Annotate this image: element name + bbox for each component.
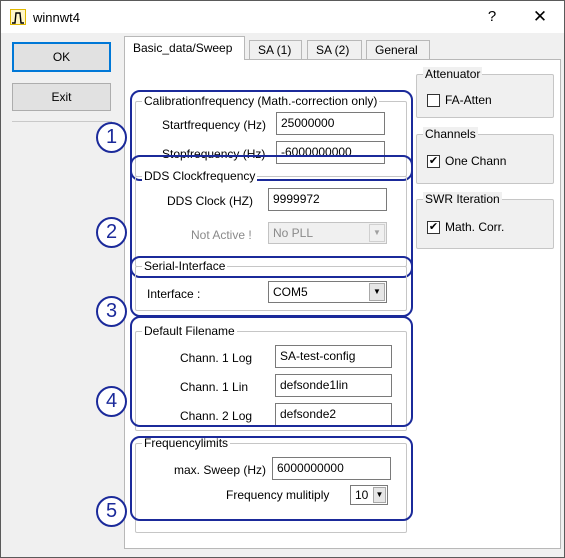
channels-group: Channels ✔ One Chann (416, 127, 554, 184)
channels-group-title: Channels (423, 127, 478, 141)
swr-iteration-group-title: SWR Iteration (423, 192, 502, 206)
math-corr-checkbox[interactable]: ✔ (427, 221, 440, 234)
math-corr-label: Math. Corr. (445, 220, 505, 234)
app-icon (10, 9, 26, 25)
one-chann-label: One Chann (445, 154, 507, 168)
tab-general[interactable]: General (366, 40, 430, 59)
tab-basic-data-sweep[interactable]: Basic_data/Sweep (124, 36, 245, 60)
help-button[interactable]: ? (469, 1, 515, 33)
fa-atten-checkbox[interactable] (427, 94, 440, 107)
tab-sa-2[interactable]: SA (2) (307, 40, 362, 59)
annotation-badge-2: 2 (96, 217, 127, 248)
title-bar: winnwt4 ? ✕ (1, 1, 564, 33)
annotation-badge-5: 5 (96, 496, 127, 527)
annotation-badge-1: 1 (96, 122, 127, 153)
annotation-frame-4 (130, 316, 413, 427)
tab-sa-1[interactable]: SA (1) (249, 40, 302, 59)
fa-atten-label: FA-Atten (445, 93, 492, 107)
dialog-window: winnwt4 ? ✕ OK Exit Basic_data/Sweep SA … (0, 0, 565, 558)
swr-iteration-group: SWR Iteration ✔ Math. Corr. (416, 192, 554, 249)
annotation-badge-4: 4 (96, 386, 127, 417)
tab-panel: Calibrationfrequency (Math.-correction o… (96, 59, 561, 549)
annotation-badge-3: 3 (96, 296, 127, 327)
annotation-frame-5 (130, 436, 413, 521)
close-icon[interactable]: ✕ (517, 1, 563, 33)
one-chann-checkbox[interactable]: ✔ (427, 155, 440, 168)
client-area: OK Exit Basic_data/Sweep SA (1) SA (2) G… (2, 33, 564, 557)
attenuator-group-title: Attenuator (423, 67, 483, 81)
divider (12, 121, 112, 122)
exit-button[interactable]: Exit (12, 83, 111, 111)
annotation-frame-3 (130, 256, 413, 317)
attenuator-group: Attenuator FA-Atten (416, 67, 554, 118)
window-title: winnwt4 (33, 10, 80, 25)
ok-button[interactable]: OK (12, 42, 111, 72)
